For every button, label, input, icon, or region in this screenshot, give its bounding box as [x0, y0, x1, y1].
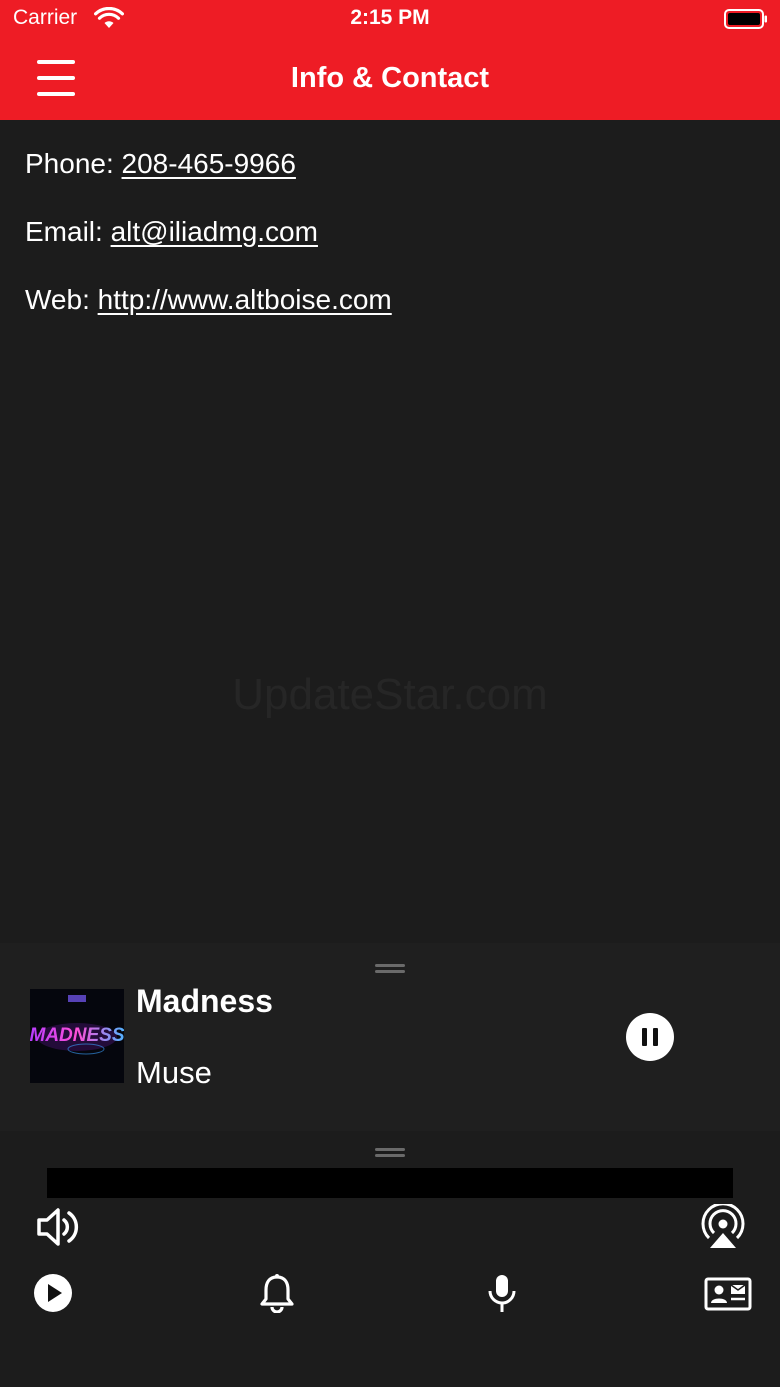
- email-link[interactable]: alt@iliadmg.com: [111, 216, 318, 247]
- bottom-controls: [0, 1131, 780, 1387]
- app-screen: Carrier 2:15 PM Info & Contact Phone: 20…: [0, 0, 780, 1387]
- airplay-icon[interactable]: [699, 1204, 747, 1250]
- volume-track[interactable]: [47, 1168, 733, 1198]
- track-artist: Muse: [136, 1055, 212, 1090]
- status-time: 2:15 PM: [350, 6, 430, 29]
- panel-drag-handle-icon[interactable]: [375, 1148, 405, 1157]
- player-drag-handle-icon[interactable]: [375, 964, 405, 973]
- phone-label: Phone:: [25, 148, 122, 179]
- play-icon[interactable]: [33, 1273, 73, 1313]
- email-label: Email:: [25, 216, 111, 247]
- phone-link[interactable]: 208-465-9966: [122, 148, 296, 179]
- contact-email-row: Email: alt@iliadmg.com: [25, 216, 318, 248]
- contact-phone-row: Phone: 208-465-9966: [25, 148, 296, 180]
- contact-card-icon[interactable]: [704, 1277, 752, 1311]
- bell-icon[interactable]: [259, 1273, 295, 1313]
- web-link[interactable]: http://www.altboise.com: [98, 284, 392, 315]
- page-title: Info & Contact: [290, 62, 490, 94]
- battery-icon: [724, 9, 767, 29]
- track-title: Madness: [136, 983, 273, 1019]
- album-art-text: MADNESS: [30, 1025, 124, 1046]
- pause-icon: [642, 1028, 647, 1046]
- watermark: UpdateStar.com: [232, 670, 548, 719]
- mini-player[interactable]: MADNESS Madness Muse: [0, 943, 780, 1131]
- navigation-bar: Carrier 2:15 PM Info & Contact: [0, 0, 780, 120]
- contact-web-row: Web: http://www.altboise.com: [25, 284, 392, 316]
- web-label: Web:: [25, 284, 98, 315]
- album-art: MADNESS: [30, 989, 124, 1083]
- pause-button[interactable]: [626, 1013, 674, 1061]
- speaker-volume-icon[interactable]: [36, 1205, 82, 1249]
- microphone-icon[interactable]: [486, 1273, 518, 1315]
